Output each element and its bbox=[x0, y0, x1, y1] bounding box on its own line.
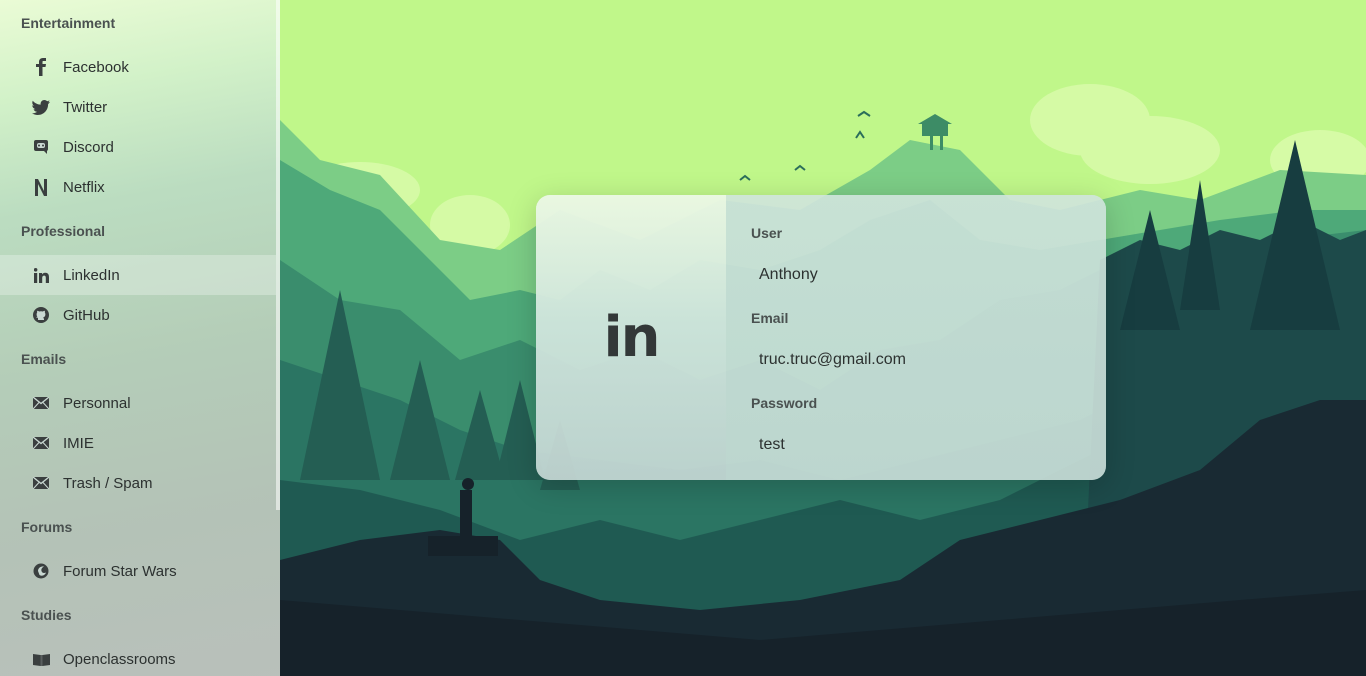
sidebar-item-label: Openclassrooms bbox=[63, 650, 176, 668]
sidebar-item-label: Discord bbox=[63, 138, 114, 156]
section-title-professional: Professional bbox=[21, 223, 106, 239]
sidebar-item-label: Trash / Spam bbox=[63, 474, 153, 492]
email-label: Email bbox=[751, 310, 789, 326]
sidebar-item-label: Facebook bbox=[63, 58, 129, 76]
linkedin-icon bbox=[30, 267, 52, 283]
password-field[interactable]: test bbox=[751, 428, 1081, 462]
section-title-entertainment: Entertainment bbox=[21, 15, 116, 31]
facebook-icon bbox=[30, 58, 52, 76]
sidebar-item-discord[interactable]: Discord bbox=[0, 127, 276, 167]
envelope-icon bbox=[30, 477, 52, 489]
book-icon bbox=[30, 653, 52, 666]
section-title-studies: Studies bbox=[21, 607, 72, 623]
user-label: User bbox=[751, 225, 783, 241]
sidebar-item-linkedin[interactable]: LinkedIn bbox=[0, 255, 276, 295]
sidebar-item-netflix[interactable]: Netflix bbox=[0, 167, 276, 207]
sidebar-item-trash-spam[interactable]: Trash / Spam bbox=[0, 463, 276, 503]
sidebar-item-personnal[interactable]: Personnal bbox=[0, 383, 276, 423]
card-fields-panel: User Anthony Email truc.truc@gmail.com P… bbox=[726, 195, 1106, 480]
sidebar-item-facebook[interactable]: Facebook bbox=[0, 47, 276, 87]
section-title-forums: Forums bbox=[21, 519, 73, 535]
netflix-icon bbox=[30, 178, 52, 196]
twitter-icon bbox=[30, 99, 52, 115]
sidebar-item-label: Personnal bbox=[63, 394, 131, 412]
sidebar-item-label: IMIE bbox=[63, 434, 94, 452]
credential-card: in User Anthony Email truc.truc@gmail.co… bbox=[536, 195, 1106, 480]
email-field[interactable]: truc.truc@gmail.com bbox=[751, 343, 1081, 377]
linkedin-logo: in bbox=[603, 305, 660, 370]
password-label: Password bbox=[751, 395, 818, 411]
sidebar-item-openclassrooms[interactable]: Openclassrooms bbox=[0, 639, 276, 676]
sidebar-item-label: Twitter bbox=[63, 98, 108, 116]
sidebar: Entertainment Facebook Twitter Discord N… bbox=[0, 0, 280, 676]
user-field[interactable]: Anthony bbox=[751, 258, 1081, 292]
rebel-icon bbox=[30, 563, 52, 579]
sidebar-item-label: GitHub bbox=[63, 306, 110, 324]
section-title-emails: Emails bbox=[21, 351, 67, 367]
card-logo-panel: in bbox=[536, 195, 726, 480]
sidebar-item-forum-star-wars[interactable]: Forum Star Wars bbox=[0, 551, 276, 591]
sidebar-item-imie[interactable]: IMIE bbox=[0, 423, 276, 463]
envelope-icon bbox=[30, 437, 52, 449]
sidebar-item-label: Forum Star Wars bbox=[63, 562, 177, 580]
sidebar-item-label: LinkedIn bbox=[63, 266, 120, 284]
sidebar-item-label: Netflix bbox=[63, 178, 105, 196]
sidebar-item-github[interactable]: GitHub bbox=[0, 295, 276, 335]
discord-icon bbox=[30, 139, 52, 155]
envelope-icon bbox=[30, 397, 52, 409]
github-icon bbox=[30, 307, 52, 323]
sidebar-item-twitter[interactable]: Twitter bbox=[0, 87, 276, 127]
sidebar-scrollbar[interactable] bbox=[276, 0, 280, 510]
